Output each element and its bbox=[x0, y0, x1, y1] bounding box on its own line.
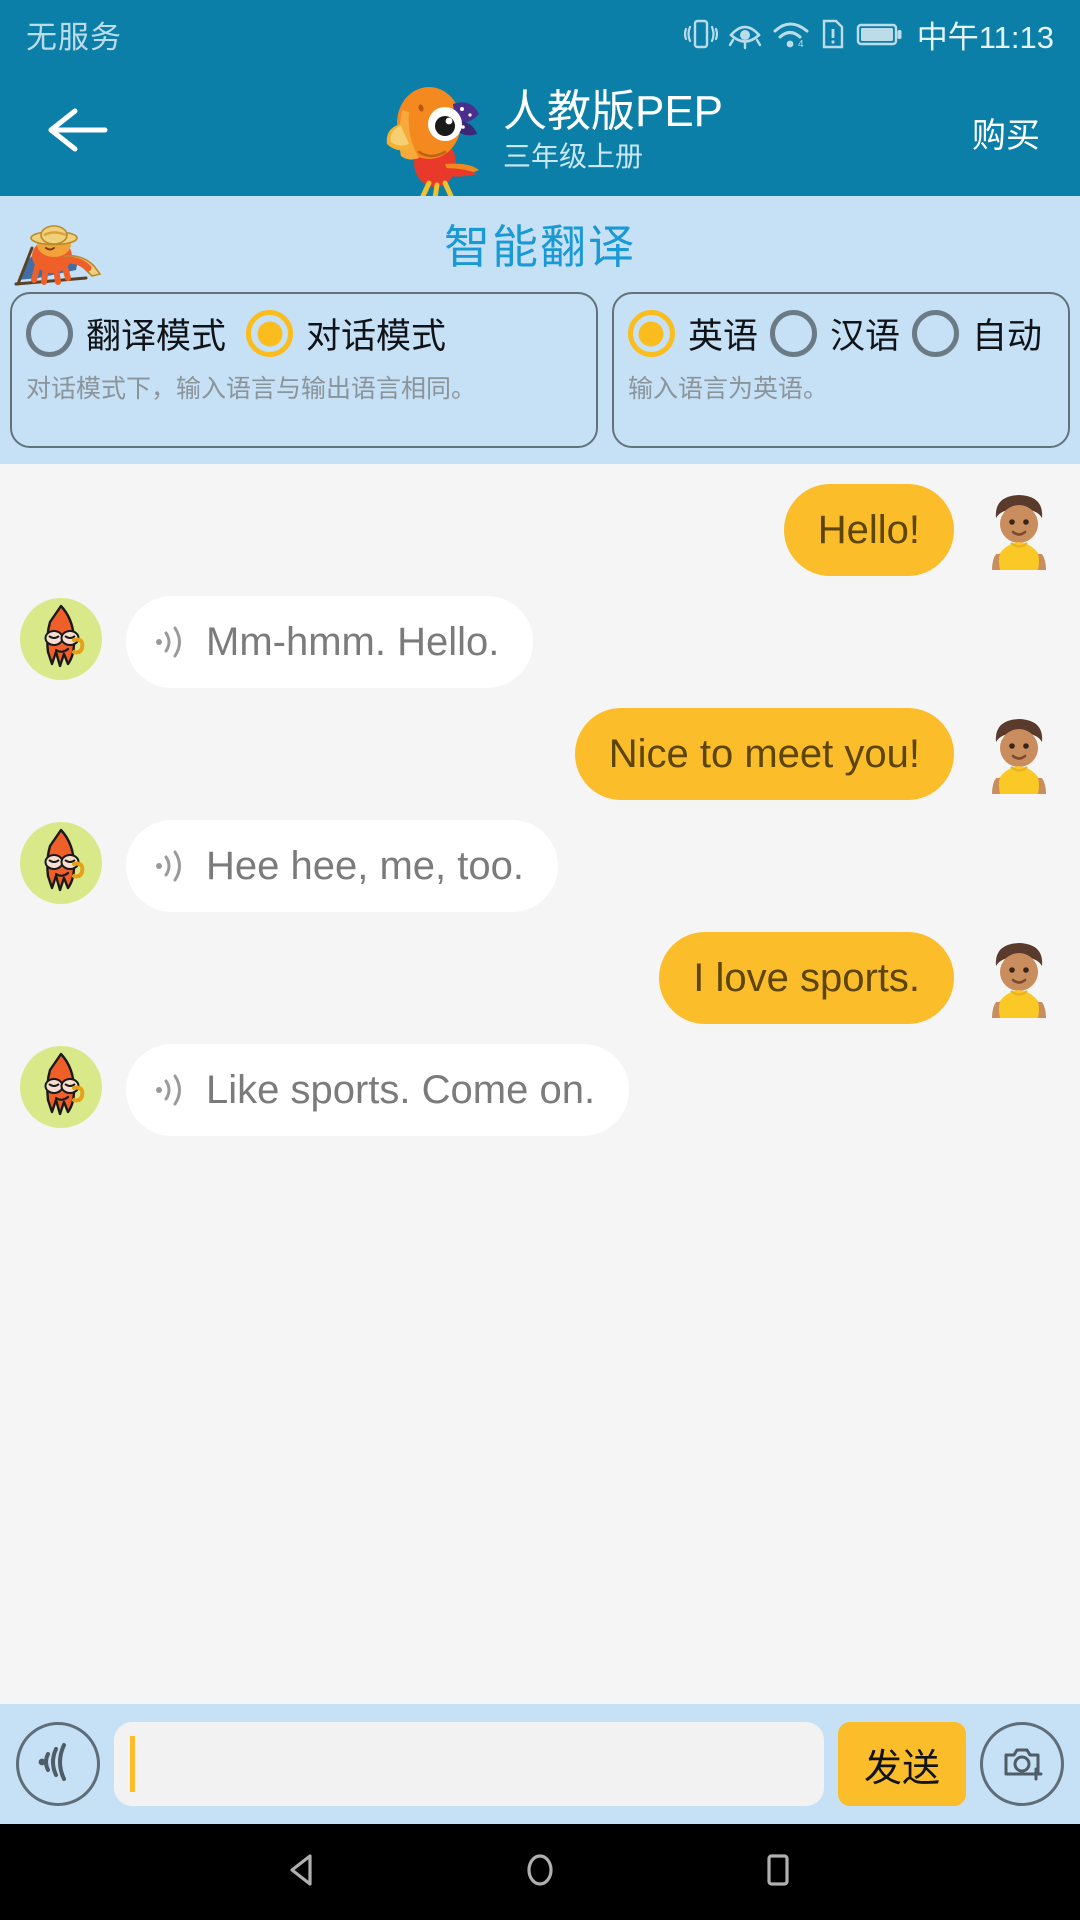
mode-option-conversation-label: 对话模式 bbox=[306, 317, 447, 356]
status-bar: 无服务 4 中午11:13 bbox=[0, 0, 1080, 68]
vibrate-icon bbox=[683, 15, 718, 53]
language-option-english-label: 英语 bbox=[687, 317, 758, 356]
nav-home-circle-icon bbox=[516, 1846, 564, 1899]
wifi-icon: 4 bbox=[772, 15, 810, 53]
message-text: Nice to meet you! bbox=[608, 732, 920, 776]
nav-recents-square-icon bbox=[754, 1846, 802, 1899]
radio-icon-conversation[interactable] bbox=[246, 310, 294, 357]
message-text: Mm-hmm. Hello. bbox=[206, 620, 500, 664]
message-bubble-user[interactable]: Hello! bbox=[783, 484, 954, 576]
send-button[interactable]: 发送 bbox=[837, 1722, 966, 1806]
chat-message-user: Hello! bbox=[0, 474, 1080, 586]
language-option-chinese[interactable]: 汉语 bbox=[769, 308, 912, 359]
boy-avatar-icon bbox=[976, 708, 1062, 794]
message-text: Hee hee, me, too. bbox=[206, 844, 524, 888]
language-option-auto[interactable]: 自动 bbox=[911, 308, 1054, 359]
mode-radio-group: 翻译模式 对话模式 bbox=[26, 308, 582, 359]
message-input-bar: 发送 bbox=[0, 1704, 1080, 1824]
voice-input-icon bbox=[34, 1738, 82, 1791]
eye-comfort-icon bbox=[727, 15, 763, 53]
radio-icon-auto[interactable] bbox=[911, 310, 959, 357]
page-title: 人教版PEP bbox=[502, 87, 724, 137]
carrier-label: 无服务 bbox=[26, 19, 122, 55]
app-bar: 人教版PEP 三年级上册 购买 bbox=[0, 68, 1080, 201]
message-bubble-bot[interactable]: Like sports. Come on. bbox=[126, 1044, 630, 1136]
back-button[interactable] bbox=[34, 89, 120, 175]
speaker-icon[interactable] bbox=[152, 847, 190, 885]
mode-option-conversation[interactable]: 对话模式 bbox=[246, 308, 466, 359]
language-hint-text: 输入语言为英语。 bbox=[627, 375, 828, 403]
translation-settings-panel: 智能翻译 翻译模式 对话模式 对话模式下，输入语言与输出语言相同。 英语 汉语 … bbox=[0, 196, 1080, 464]
language-radio-group: 英语 汉语 自动 bbox=[627, 308, 1054, 359]
message-bubble-user[interactable]: I love sports. bbox=[659, 932, 954, 1024]
nav-back-button[interactable] bbox=[278, 1846, 326, 1899]
octopus-avatar-icon bbox=[18, 596, 104, 682]
page-subtitle: 三年级上册 bbox=[502, 140, 643, 172]
octopus-avatar-icon bbox=[18, 1044, 104, 1130]
voice-input-button[interactable] bbox=[16, 1722, 100, 1806]
svg-text:4: 4 bbox=[798, 39, 804, 50]
boy-avatar-icon bbox=[976, 932, 1062, 1018]
nav-home-button[interactable] bbox=[516, 1846, 564, 1899]
chat-message-bot: Mm-hmm. Hello. bbox=[0, 586, 1080, 698]
message-text: Hello! bbox=[817, 508, 920, 552]
message-bubble-bot[interactable]: Mm-hmm. Hello. bbox=[126, 596, 534, 688]
clock-label: 中午11:13 bbox=[916, 19, 1054, 55]
octopus-avatar-icon bbox=[18, 820, 104, 906]
text-cursor bbox=[130, 1736, 135, 1792]
buy-button[interactable]: 购买 bbox=[966, 98, 1046, 167]
language-selector-card: 英语 汉语 自动 输入语言为英语。 bbox=[611, 292, 1070, 448]
message-text-input[interactable] bbox=[114, 1722, 824, 1806]
radio-icon-translate[interactable] bbox=[26, 310, 73, 357]
nav-back-triangle-icon bbox=[278, 1846, 326, 1899]
boy-avatar-icon bbox=[976, 484, 1062, 570]
battery-icon bbox=[856, 15, 904, 53]
chat-message-list[interactable]: Hello! Mm-hmm. Hello. Nice to meet you! … bbox=[0, 464, 1080, 1704]
chat-message-user: Nice to meet you! bbox=[0, 698, 1080, 810]
speaker-icon[interactable] bbox=[152, 623, 190, 661]
mode-hint-text: 对话模式下，输入语言与输出语言相同。 bbox=[26, 375, 477, 403]
octopus-lounging-icon bbox=[8, 204, 104, 290]
app-screen: 无服务 4 中午11:13 人教版PEP 三年级上册 购买 智能翻译 翻译模式 … bbox=[0, 0, 1080, 1920]
mode-option-translate[interactable]: 翻译模式 bbox=[26, 308, 246, 359]
message-text: Like sports. Come on. bbox=[206, 1068, 596, 1112]
parrot-mascot-icon bbox=[357, 68, 487, 201]
language-option-chinese-label: 汉语 bbox=[829, 317, 900, 356]
android-nav-bar bbox=[0, 1824, 1080, 1920]
chat-message-user: I love sports. bbox=[0, 922, 1080, 1034]
mode-option-translate-label: 翻译模式 bbox=[86, 317, 227, 356]
settings-cards-row: 翻译模式 对话模式 对话模式下，输入语言与输出语言相同。 英语 汉语 自动 输入… bbox=[0, 292, 1080, 448]
language-option-auto-label: 自动 bbox=[971, 317, 1042, 356]
camera-button[interactable] bbox=[980, 1722, 1064, 1806]
language-option-english[interactable]: 英语 bbox=[627, 308, 770, 359]
nav-recents-button[interactable] bbox=[754, 1846, 802, 1899]
status-icons: 4 中午11:13 bbox=[683, 12, 1054, 57]
sim-alert-icon bbox=[819, 15, 847, 53]
speaker-icon[interactable] bbox=[152, 1071, 190, 1109]
app-bar-title-group: 人教版PEP 三年级上册 bbox=[0, 68, 1080, 201]
mode-selector-card: 翻译模式 对话模式 对话模式下，输入语言与输出语言相同。 bbox=[10, 292, 598, 448]
settings-header: 智能翻译 bbox=[0, 196, 1080, 292]
chat-message-bot: Hee hee, me, too. bbox=[0, 810, 1080, 922]
app-title-block: 人教版PEP 三年级上册 bbox=[503, 88, 723, 175]
camera-add-icon bbox=[998, 1738, 1046, 1791]
radio-icon-chinese[interactable] bbox=[769, 310, 817, 357]
arrow-left-icon bbox=[41, 101, 113, 164]
chat-message-bot: Like sports. Come on. bbox=[0, 1034, 1080, 1146]
radio-icon-english[interactable] bbox=[627, 310, 675, 357]
message-bubble-bot[interactable]: Hee hee, me, too. bbox=[126, 820, 558, 912]
message-text: I love sports. bbox=[693, 956, 920, 1000]
settings-title: 智能翻译 bbox=[444, 221, 636, 273]
message-bubble-user[interactable]: Nice to meet you! bbox=[574, 708, 954, 800]
